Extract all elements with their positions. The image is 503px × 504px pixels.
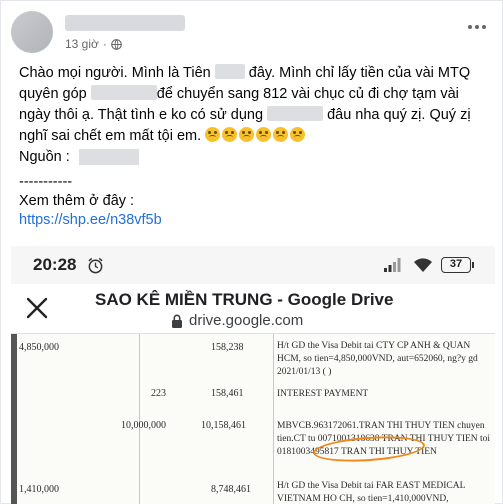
see-more-label: Xem thêm ở đây : [19,193,135,209]
status-time: 20:28 [33,255,77,274]
redacted-text [90,85,157,100]
upside-down-face-icon [256,127,272,142]
avatar[interactable] [11,11,53,53]
post-text: quyên góp [19,86,87,102]
statement-description: H/t GD the Visa Debit tai CTY CP ANH & Q… [277,341,478,377]
statement-balance: 158,238 [211,342,244,353]
upside-down-face-emoji-row [205,127,307,144]
author-name-redacted[interactable] [65,15,185,31]
source-label: Nguồn : [19,149,70,165]
redacted-text [267,106,324,121]
phone-status-bar: 20:28 37 [11,246,495,284]
redacted-source [79,149,139,165]
statement-amount: 1,410,000 [19,484,59,495]
url-row: drive.google.com [171,312,303,329]
bank-statement-image: 4,850,000 158,238 H/t GD the Visa Debit … [11,334,495,504]
cellular-signal-icon [384,258,401,272]
post-meta: 13 giờ · [65,37,122,51]
shopee-link[interactable]: https://shp.ee/n38vf5b [19,212,162,228]
post-timestamp[interactable]: 13 giờ [65,37,99,51]
statement-amount: 4,850,000 [19,342,59,353]
upside-down-face-icon [290,127,306,142]
document-title: SAO KÊ MIỀN TRUNG - Google Drive [95,290,394,309]
post-text: nghĩ sai chết em mất tội em. [19,128,202,144]
redacted-text [214,64,245,79]
statement-description: H/t GD the Visa Debit tai FAR EAST MEDIC… [277,481,466,504]
post-text: ngày thôi ạ. Thật tình e ko có sử dụng [19,107,264,123]
close-icon[interactable] [25,296,49,320]
statement-balance: 158,461 [211,388,244,399]
scan-edge [11,334,17,504]
upside-down-face-icon [239,127,255,142]
post-text: đâu nha quý zị. Quý zị [327,107,471,123]
post-text: Chào mọi người. Mình là Tiên [19,65,211,81]
post-header: 13 giờ · [11,11,491,53]
statement-amount: 10,000,000 [121,420,166,431]
facebook-post: 13 giờ · Chào mọi người. Mình là Tiên đâ… [0,0,503,504]
upside-down-face-icon [222,127,238,142]
statement-balance: 8,748,461 [211,484,251,495]
page-url: drive.google.com [189,312,304,329]
separator-text: ----------- [19,174,73,190]
attached-screenshot[interactable]: 20:28 37 SAO KÊ MIỀN TRUNG - Google Driv [11,246,495,504]
more-options-icon[interactable] [463,17,491,37]
post-text: đây. Mình chỉ lấy tiền của vài MTQ [248,65,471,81]
lock-icon [172,314,182,328]
post-body: Chào mọi người. Mình là Tiên đây. Mình c… [19,63,489,147]
statement-description: INTEREST PAYMENT [277,389,369,399]
upside-down-face-icon [273,127,289,142]
battery-indicator: 37 [441,257,474,273]
post-text: để chuyển sang 812 vài chục củ đi chợ tạ… [156,86,459,102]
globe-icon [111,38,122,50]
alarm-icon [88,257,103,274]
upside-down-face-icon [205,127,221,142]
statement-balance: 10,158,461 [201,420,246,431]
wifi-icon [414,258,432,272]
statement-amount: 223 [151,388,166,399]
drive-app-bar: SAO KÊ MIỀN TRUNG - Google Drive drive.g… [11,284,495,334]
